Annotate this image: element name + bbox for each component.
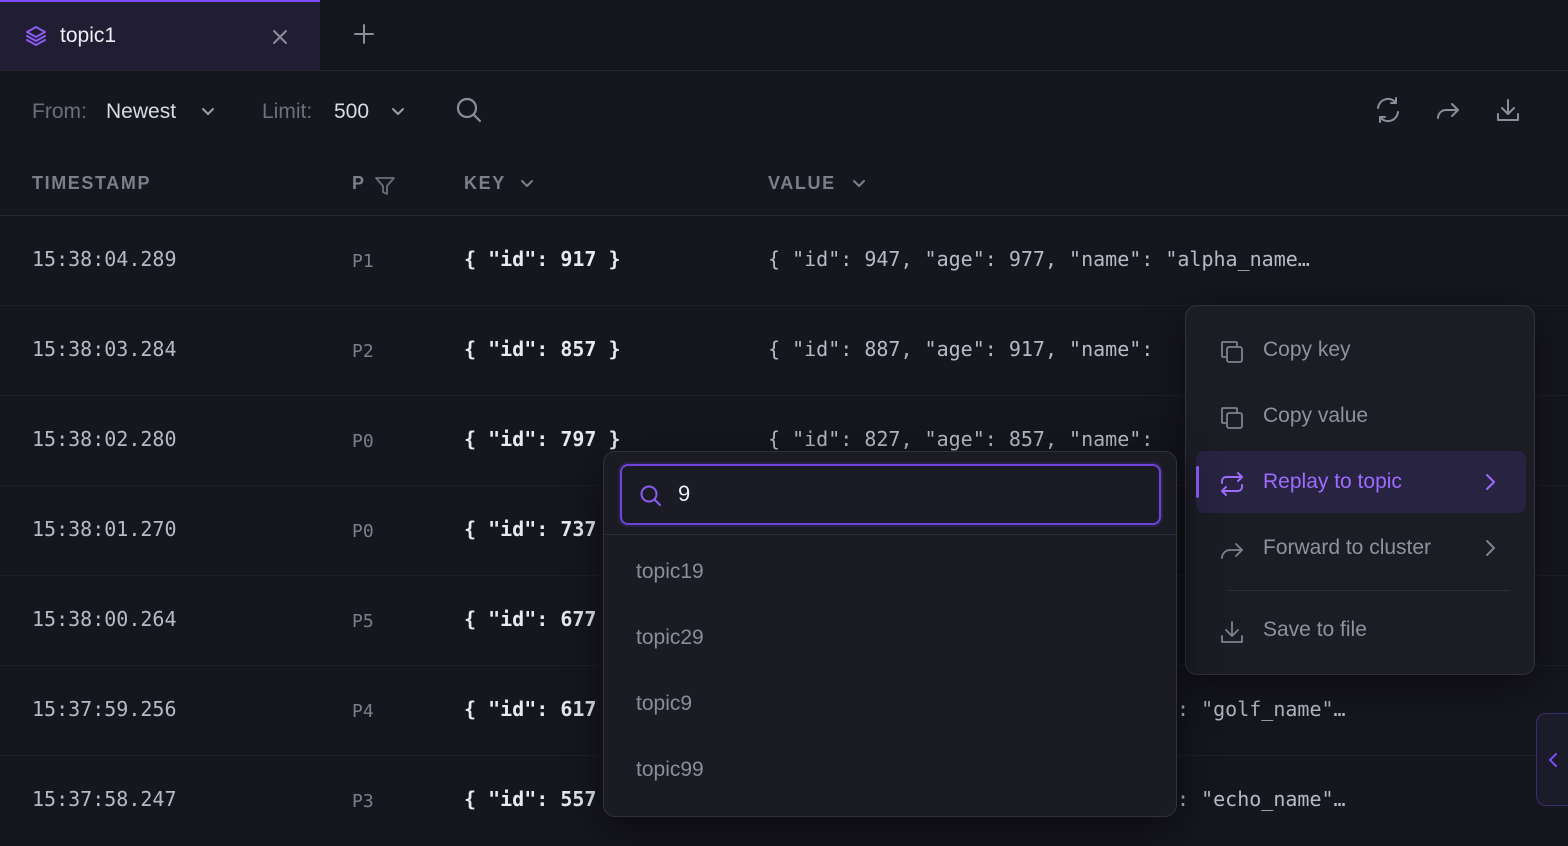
table-header: TIMESTAMP P KEY VALUE — [0, 153, 1568, 216]
cell-partition: P4 — [352, 701, 374, 722]
search-icon[interactable] — [455, 96, 483, 124]
cell-partition: P2 — [352, 341, 374, 362]
limit-label: Limit: — [262, 100, 313, 123]
copy-icon — [1218, 338, 1246, 366]
header-partition[interactable]: P — [352, 173, 366, 194]
topic-option[interactable]: topic29 — [604, 609, 1176, 669]
menu-item-label: Copy value — [1263, 404, 1369, 427]
cell-key: { "id": 617 — [464, 697, 597, 721]
cell-value: { "id": 947, "age": 977, "name": "alpha_… — [768, 247, 1310, 271]
topic-option-label: topic19 — [636, 560, 704, 583]
cell-key: { "id": 737 — [464, 517, 597, 541]
topic-option[interactable]: topic19 — [604, 543, 1176, 603]
topic-search-box[interactable] — [620, 464, 1161, 525]
header-value[interactable]: VALUE — [768, 173, 836, 194]
cell-timestamp: 15:38:04.289 — [32, 247, 177, 271]
cell-timestamp: 15:37:59.256 — [32, 697, 177, 721]
topic-option-label: topic9 — [636, 692, 693, 715]
cell-timestamp: 15:38:02.280 — [32, 427, 177, 451]
cell-value: : "echo_name"… — [1177, 787, 1346, 811]
cell-timestamp: 15:38:01.270 — [32, 517, 177, 541]
tab-label: topic1 — [60, 24, 117, 47]
filter-icon[interactable] — [374, 175, 396, 197]
from-label: From: — [32, 100, 87, 123]
cell-key: { "id": 557 — [464, 787, 597, 811]
cell-value: { "id": 887, "age": 917, "name": — [768, 337, 1154, 361]
menu-item-forward-to-cluster[interactable]: Forward to cluster — [1196, 517, 1526, 579]
cell-key: { "id": 917 } — [464, 247, 621, 271]
cell-key: { "id": 677 — [464, 607, 597, 631]
cell-timestamp: 15:38:00.264 — [32, 607, 177, 631]
tab-bar: topic1 — [0, 0, 1568, 71]
chevron-right-icon — [1484, 473, 1496, 491]
cell-partition: P0 — [352, 431, 374, 452]
cell-value: : "golf_name"… — [1177, 697, 1346, 721]
download-icon[interactable] — [1494, 96, 1522, 124]
toolbar: From: Newest Limit: 500 — [0, 71, 1568, 153]
cell-timestamp: 15:38:03.284 — [32, 337, 177, 361]
header-timestamp[interactable]: TIMESTAMP — [32, 173, 151, 194]
topic-picker: topic19 topic29 topic9 topic99 — [603, 451, 1177, 817]
chevron-right-icon — [1484, 539, 1496, 557]
limit-select[interactable]: 500 — [334, 100, 369, 124]
header-key[interactable]: KEY — [464, 173, 506, 194]
repeat-icon — [1218, 470, 1246, 498]
forward-icon — [1218, 536, 1246, 564]
topic-option-label: topic29 — [636, 626, 704, 649]
cell-value: { "id": 827, "age": 857, "name": — [768, 427, 1154, 451]
cell-partition: P3 — [352, 791, 374, 812]
cell-timestamp: 15:37:58.247 — [32, 787, 177, 811]
from-select[interactable]: Newest — [106, 100, 176, 124]
copy-icon — [1218, 404, 1246, 432]
cell-partition: P5 — [352, 611, 374, 632]
menu-item-copy-key[interactable]: Copy key — [1196, 319, 1526, 381]
chevron-left-icon — [1549, 753, 1557, 767]
cell-key: { "id": 857 } — [464, 337, 621, 361]
download-icon — [1218, 618, 1246, 646]
menu-item-save-to-file[interactable]: Save to file — [1196, 599, 1526, 661]
refresh-icon[interactable] — [1374, 96, 1402, 124]
chevron-down-icon[interactable] — [520, 179, 534, 189]
context-menu: Copy key Copy value Replay to topic Forw… — [1185, 305, 1535, 675]
topic-option[interactable]: topic9 — [604, 675, 1176, 735]
topic-search-input[interactable] — [678, 478, 1138, 510]
menu-item-copy-value[interactable]: Copy value — [1196, 385, 1526, 447]
cell-key: { "id": 797 } — [464, 427, 621, 451]
cell-partition: P0 — [352, 521, 374, 542]
side-panel-toggle[interactable] — [1536, 713, 1568, 806]
forward-icon[interactable] — [1434, 96, 1462, 124]
topic-option[interactable]: topic99 — [604, 741, 1176, 801]
topic-option-label: topic99 — [636, 758, 704, 781]
close-icon[interactable] — [271, 28, 289, 46]
menu-item-label: Copy key — [1263, 338, 1351, 361]
layers-icon — [24, 24, 48, 48]
chevron-down-icon[interactable] — [391, 107, 405, 117]
menu-divider — [1228, 590, 1510, 591]
menu-item-label: Replay to topic — [1263, 470, 1402, 493]
add-tab-icon[interactable] — [352, 22, 376, 46]
menu-item-replay-to-topic[interactable]: Replay to topic — [1196, 451, 1526, 513]
table-row[interactable]: 15:38:04.289 P1 { "id": 917 } { "id": 94… — [0, 215, 1568, 306]
cell-partition: P1 — [352, 251, 374, 272]
tab-topic1[interactable]: topic1 — [0, 0, 320, 70]
search-icon — [639, 484, 663, 508]
menu-item-label: Save to file — [1263, 618, 1367, 641]
menu-item-label: Forward to cluster — [1263, 536, 1432, 559]
chevron-down-icon[interactable] — [201, 107, 215, 117]
divider — [604, 534, 1176, 535]
chevron-down-icon[interactable] — [852, 179, 866, 189]
